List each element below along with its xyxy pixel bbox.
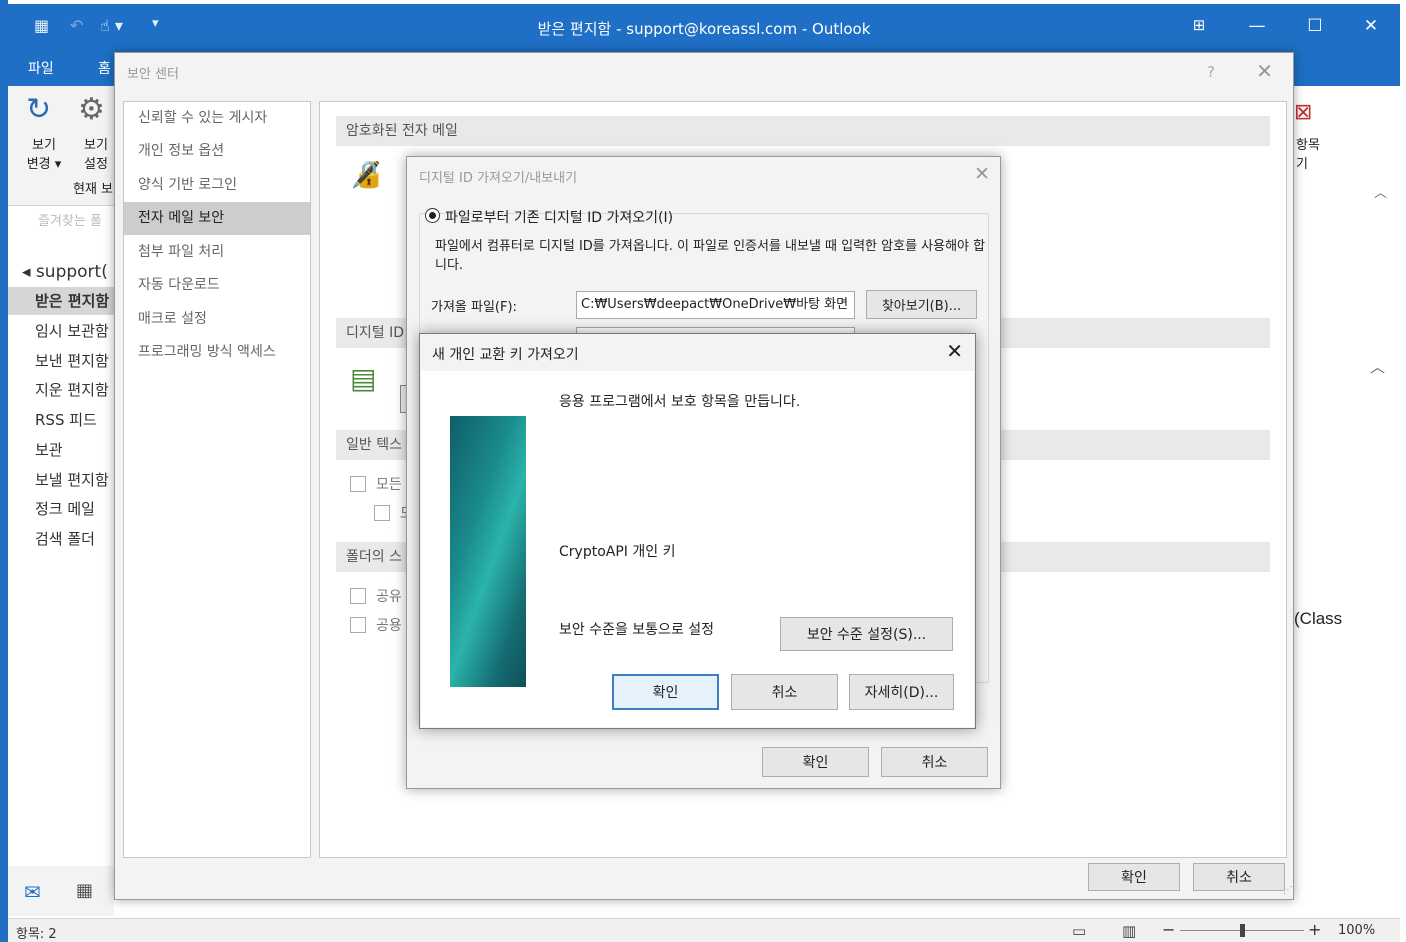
checkbox-read-all-plain[interactable] — [350, 476, 366, 492]
minimize-icon[interactable]: — — [1242, 16, 1272, 36]
navigation-bar: ✉ ▦ — [8, 866, 114, 916]
zoom-in-icon[interactable]: + — [1308, 920, 1321, 939]
resize-grip-icon[interactable]: ⋰ — [1283, 885, 1293, 896]
nav-email-security[interactable]: 전자 메일 보안 — [124, 202, 310, 235]
zoom-slider-thumb[interactable] — [1240, 924, 1245, 937]
checkbox-public-folder[interactable] — [350, 617, 366, 633]
zoom-out-icon[interactable]: − — [1162, 920, 1175, 939]
new-key-dialog-title: 새 개인 교환 키 가져오기 — [432, 347, 579, 363]
nav-trusted-publishers[interactable]: 신뢰할 수 있는 게시자 — [124, 102, 310, 135]
reading-view-icon[interactable]: ▥ — [1122, 922, 1136, 940]
checkbox-read-all-plain-label: 모든 — [376, 477, 402, 493]
maximize-icon[interactable]: ☐ — [1300, 16, 1330, 36]
view-settings-icon: ⚙ — [78, 92, 105, 127]
calendar-icon[interactable]: ▦ — [76, 880, 93, 901]
reading-pane: ⊠ 항목 기 ︿ ︿ (Class — [1294, 86, 1400, 918]
tab-file[interactable]: 파일 — [28, 58, 54, 78]
folder-search[interactable]: 검색 폴더 — [8, 525, 118, 553]
digital-id-certificate-icon: ▤ — [350, 362, 377, 395]
favorites-hint: 즐겨찾는 폴 — [38, 214, 102, 229]
checkbox-signed-plain[interactable] — [374, 505, 390, 521]
nav-attachment-handling[interactable]: 첨부 파일 처리 — [124, 236, 310, 269]
help-icon[interactable]: ? — [1207, 63, 1215, 81]
nav-automatic-download[interactable]: 자동 다운로드 — [124, 269, 310, 302]
outlook-title-bar: ▦ ↶ ☝ ▾ ▾ 받은 편지함 - support@koreassl.com … — [8, 4, 1400, 52]
new-key-close-icon[interactable]: ✕ — [946, 339, 963, 363]
folder-deleted[interactable]: 지운 편지함 — [8, 376, 118, 404]
folder-junk[interactable]: 정크 메일 — [8, 495, 118, 523]
ribbon-display-icon[interactable]: ⊞ — [1184, 16, 1214, 34]
folder-outbox[interactable]: 보낼 편지함 — [8, 466, 118, 494]
protected-item-message: 응용 프로그램에서 보호 항목을 만듭니다. — [559, 394, 801, 410]
nav-macro-settings[interactable]: 매크로 설정 — [124, 303, 310, 336]
import-file-label: 가져올 파일(F): — [431, 300, 517, 315]
zoom-level[interactable]: 100% — [1338, 923, 1375, 938]
security-graphic — [450, 416, 526, 687]
nav-privacy-options[interactable]: 개인 정보 옵션 — [124, 135, 310, 168]
reading-pane-text: (Class — [1294, 609, 1343, 628]
new-key-ok-button[interactable]: 확인 — [612, 674, 719, 710]
new-private-key-dialog: 새 개인 교환 키 가져오기 ✕ 응용 프로그램에서 보호 항목을 만듭니다. … — [419, 333, 976, 729]
close-window-icon[interactable]: ✕ — [1356, 16, 1386, 36]
window-left-border — [0, 0, 8, 942]
new-key-dialog-body: 응용 프로그램에서 보호 항목을 만듭니다. CryptoAPI 개인 키 보안… — [421, 371, 974, 727]
digital-id-cancel-button[interactable]: 취소 — [881, 747, 988, 777]
import-description: 파일에서 컴퓨터로 디지털 ID를 가져옵니다. 이 파일로 인증서를 내보낼 … — [435, 239, 986, 273]
ribbon-right-button[interactable]: 항목 기 — [1296, 136, 1320, 174]
tab-home[interactable]: 홈 — [98, 58, 111, 78]
security-level-label: 보안 수준을 보통으로 설정 — [559, 622, 715, 638]
trust-center-cancel-button[interactable]: 취소 — [1193, 863, 1285, 891]
encryption-certificate-icon: 🔏 — [350, 160, 383, 190]
item-count: 항목: 2 — [16, 927, 57, 942]
change-view-icon: ↻ — [26, 92, 52, 127]
folder-inbox[interactable]: 받은 편지함 — [8, 287, 118, 315]
folder-archive[interactable]: 보관 — [8, 436, 118, 464]
import-file-input[interactable]: C:₩Users₩deepact₩OneDrive₩바탕 화면 — [576, 291, 855, 319]
view-settings-button[interactable]: 보기 설정 — [76, 136, 116, 174]
zoom-slider[interactable] — [1180, 924, 1304, 937]
checkbox-shared-folder-label: 공유 — [376, 589, 402, 605]
digital-id-close-icon[interactable]: ✕ — [974, 163, 990, 185]
set-security-level-button[interactable]: 보안 수준 설정(S)... — [780, 617, 953, 651]
import-existing-radio-label[interactable]: 파일로부터 기존 디지털 ID 가져오기(I) — [445, 207, 673, 227]
change-view-button[interactable]: 보기 변경 ▾ — [22, 136, 66, 174]
collapse-ribbon-icon[interactable]: ︿ — [1374, 182, 1387, 201]
mail-icon[interactable]: ✉ — [24, 880, 41, 904]
section-encrypted-email: 암호화된 전자 메일 — [336, 116, 1270, 146]
normal-view-icon[interactable]: ▭ — [1072, 922, 1086, 940]
new-key-cancel-button[interactable]: 취소 — [731, 674, 838, 710]
nav-form-login[interactable]: 양식 기반 로그인 — [124, 169, 310, 202]
folder-rss[interactable]: RSS 피드 — [8, 406, 118, 434]
checkbox-shared-folder[interactable] — [350, 588, 366, 604]
import-existing-radio[interactable] — [425, 208, 440, 223]
trust-center-close-icon[interactable]: ✕ — [1256, 59, 1273, 83]
digital-id-ok-button[interactable]: 확인 — [762, 747, 869, 777]
browse-button[interactable]: 찾아보기(B)... — [866, 290, 977, 319]
new-key-details-button[interactable]: 자세히(D)... — [849, 674, 954, 710]
scroll-up-icon[interactable]: ︿ — [1370, 356, 1385, 377]
account-node[interactable]: ◂ support( — [22, 262, 108, 282]
folder-pane: 즐겨찾는 폴 ◂ support( 받은 편지함 임시 보관함 보낸 편지함 지… — [8, 206, 118, 866]
delete-items-icon: ⊠ — [1294, 100, 1313, 125]
crypto-key-label: CryptoAPI 개인 키 — [559, 544, 676, 560]
folder-drafts[interactable]: 임시 보관함 — [8, 317, 118, 345]
ribbon-group-label: 현재 보 — [72, 182, 113, 197]
trust-center-title: 보안 센터 — [127, 67, 179, 82]
digital-id-dialog-title: 디지털 ID 가져오기/내보내기 — [419, 171, 578, 186]
checkbox-public-folder-label: 공용 — [376, 618, 402, 634]
trust-center-nav: 신뢰할 수 있는 게시자 개인 정보 옵션 양식 기반 로그인 전자 메일 보안… — [123, 101, 311, 858]
nav-programmatic-access[interactable]: 프로그래밍 방식 액세스 — [124, 336, 310, 369]
status-bar: 항목: 2 ▭ ▥ − + 100% — [8, 918, 1400, 942]
trust-center-ok-button[interactable]: 확인 — [1088, 863, 1180, 891]
folder-sent[interactable]: 보낸 편지함 — [8, 347, 118, 375]
